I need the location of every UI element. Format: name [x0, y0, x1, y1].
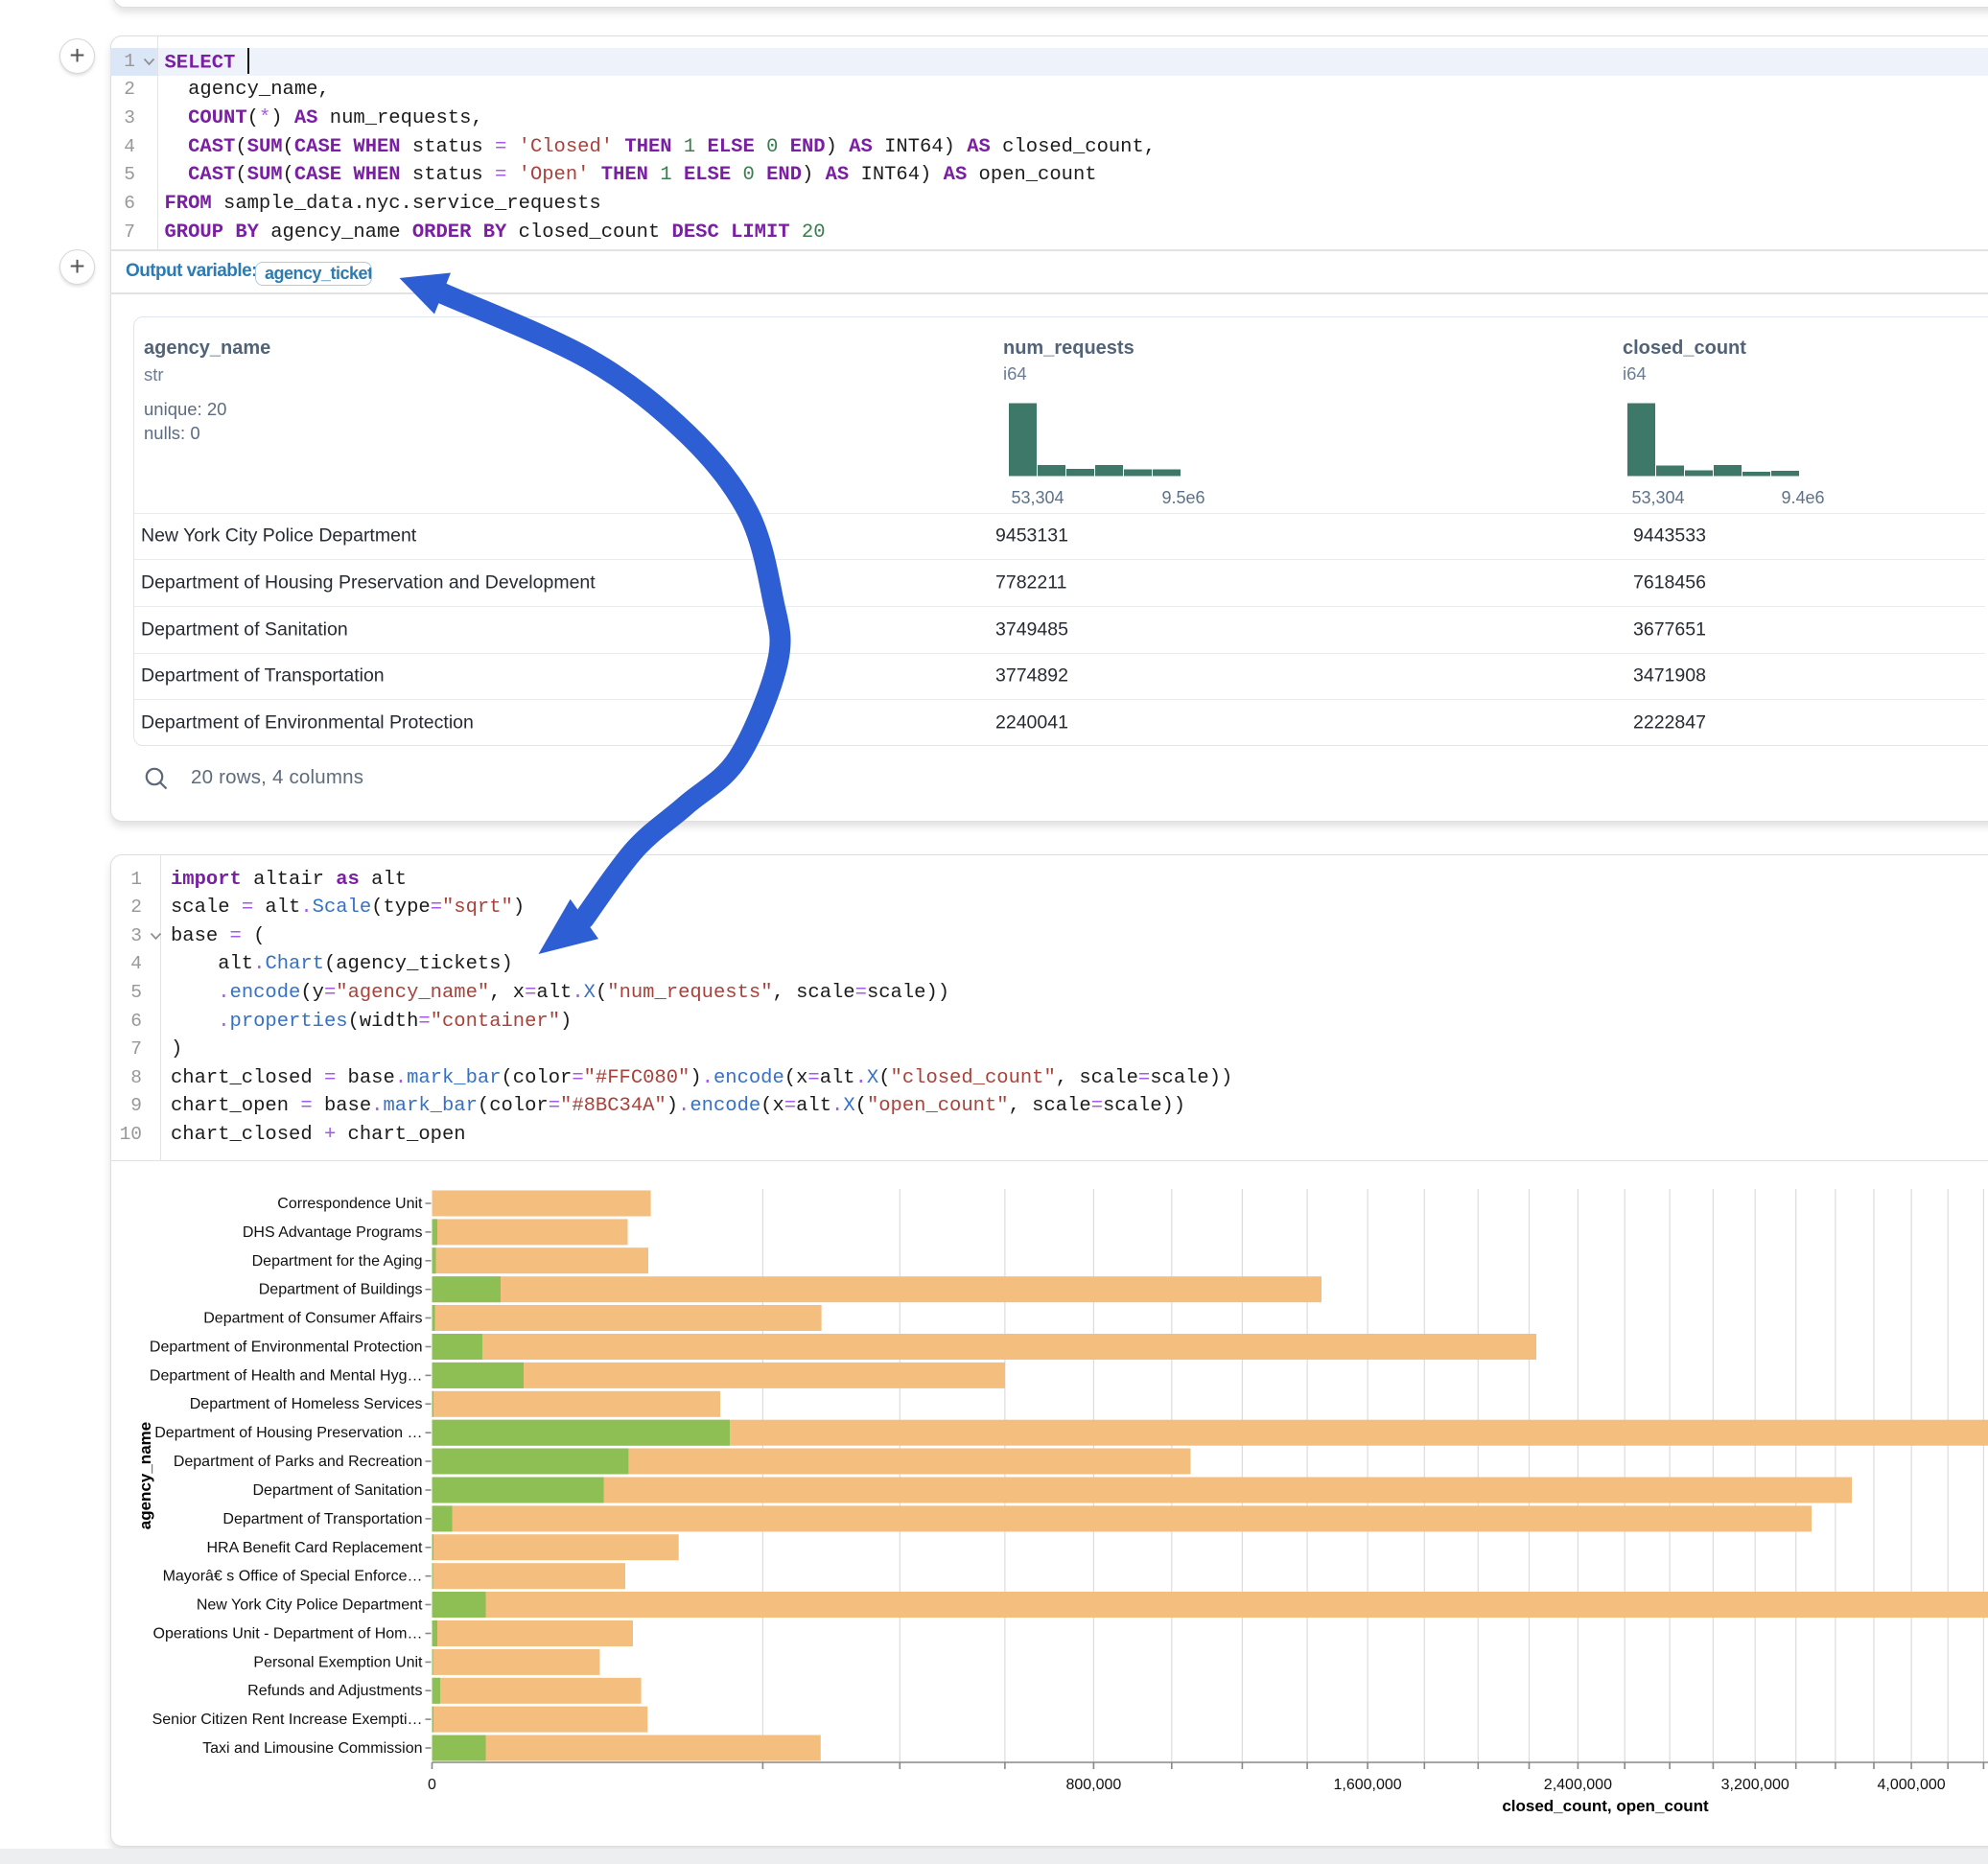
svg-text:Department of Transportation: Department of Transportation — [222, 1511, 422, 1527]
svg-text:Department of Housing Preserva: Department of Housing Preservation … — [154, 1425, 422, 1441]
svg-text:DHS Advantage Programs: DHS Advantage Programs — [243, 1224, 423, 1241]
svg-text:New York City Police Departmen: New York City Police Department — [197, 1597, 423, 1614]
svg-text:Department of Homeless Service: Department of Homeless Services — [190, 1396, 423, 1412]
svg-text:9.4e6: 9.4e6 — [1781, 488, 1824, 507]
svg-text:Department of Sanitation: Department of Sanitation — [253, 1482, 423, 1499]
svg-text:Taxi and Limousine Commission: Taxi and Limousine Commission — [202, 1740, 422, 1757]
svg-text:agency_name: agency_name — [136, 1422, 154, 1529]
svg-text:closed_count, open_count: closed_count, open_count — [1502, 1797, 1709, 1815]
svg-text:Department of Health and Menta: Department of Health and Mental Hyg… — [150, 1367, 423, 1384]
svg-text:Senior Citizen Rent Increase E: Senior Citizen Rent Increase Exempti… — [152, 1712, 423, 1728]
svg-text:Department of Environmental Pr: Department of Environmental Protection — [150, 1340, 423, 1356]
svg-text:Operations Unit - Department o: Operations Unit - Department of Hom… — [153, 1626, 423, 1643]
svg-text:Department of Parks and Recrea: Department of Parks and Recreation — [174, 1454, 423, 1470]
svg-text:4,000,000: 4,000,000 — [1878, 1777, 1946, 1793]
svg-text:53,304: 53,304 — [1011, 488, 1064, 507]
svg-text:Department for the Aging: Department for the Aging — [252, 1253, 423, 1270]
svg-text:Correspondence Unit: Correspondence Unit — [277, 1196, 423, 1212]
svg-text:1,600,000: 1,600,000 — [1334, 1777, 1402, 1793]
svg-text:2,400,000: 2,400,000 — [1544, 1777, 1612, 1793]
svg-text:0: 0 — [428, 1777, 436, 1793]
svg-text:53,304: 53,304 — [1631, 488, 1684, 507]
svg-text:Mayorâ€ s Office of Special En: Mayorâ€ s Office of Special Enforce… — [163, 1569, 423, 1585]
svg-text:Personal Exemption Unit: Personal Exemption Unit — [253, 1654, 423, 1670]
svg-text:HRA Benefit Card Replacement: HRA Benefit Card Replacement — [207, 1540, 424, 1556]
svg-text:9.5e6: 9.5e6 — [1161, 488, 1204, 507]
svg-text:Department of Consumer Affairs: Department of Consumer Affairs — [203, 1311, 422, 1327]
svg-text:3,200,000: 3,200,000 — [1721, 1777, 1789, 1793]
svg-text:Refunds and Adjustments: Refunds and Adjustments — [247, 1683, 422, 1699]
svg-text:Department of Buildings: Department of Buildings — [259, 1282, 423, 1298]
svg-text:800,000: 800,000 — [1065, 1777, 1121, 1793]
